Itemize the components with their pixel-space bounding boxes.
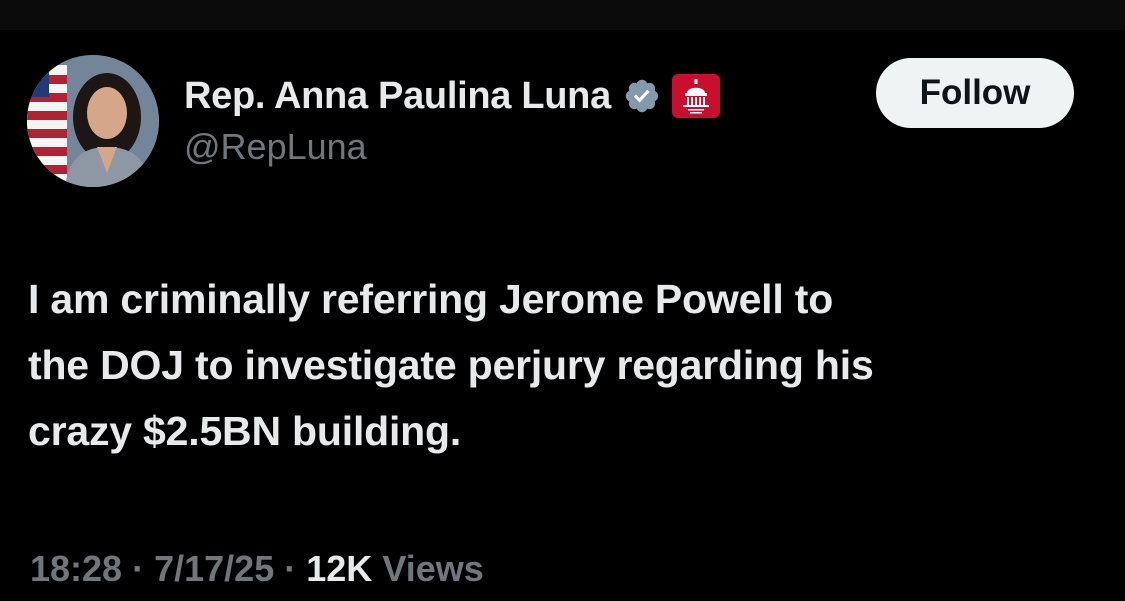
avatar[interactable] [27, 55, 159, 187]
views-label: Views [382, 548, 484, 589]
tweet-text-line: I am criminally referring Jerome Powell … [28, 276, 834, 322]
profile-photo-icon [27, 55, 159, 187]
tweet-text: I am criminally referring Jerome Powell … [28, 266, 1108, 464]
tweet-time[interactable]: 18:28 [30, 548, 122, 589]
tweet-meta-row: 18:28 · 7/17/25 · 12K Views [30, 548, 484, 590]
meta-separator: · [284, 548, 297, 589]
author-display-name[interactable]: Rep. Anna Paulina Luna [184, 75, 611, 118]
tweet-text-line: crazy $2.5BN building. [28, 408, 462, 454]
follow-button[interactable]: Follow [876, 58, 1074, 128]
views-count[interactable]: 12K [306, 548, 372, 589]
author-handle[interactable]: @RepLuna [184, 126, 367, 168]
verified-badge-icon[interactable] [623, 77, 661, 115]
house-gop-badge-icon[interactable] [671, 73, 721, 119]
meta-separator: · [132, 548, 145, 589]
tweet-date[interactable]: 7/17/25 [154, 548, 274, 589]
top-strip [0, 0, 1125, 30]
author-name-row: Rep. Anna Paulina Luna [184, 70, 721, 122]
tweet-text-line: the DOJ to investigate perjury regarding… [28, 342, 874, 388]
